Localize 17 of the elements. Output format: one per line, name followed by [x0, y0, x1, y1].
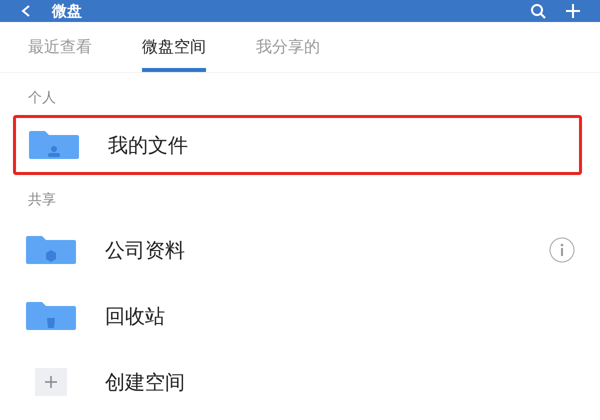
window-title: 微盘 [52, 2, 83, 20]
plus-icon[interactable] [566, 4, 580, 18]
item-label[interactable]: 我的文件 [108, 132, 554, 158]
section-title: 共享 [27, 191, 57, 210]
folder-icon [26, 302, 76, 330]
info-icon[interactable] [549, 237, 575, 263]
plus-icon[interactable] [35, 368, 67, 396]
section-title: 个人 [27, 89, 57, 108]
item-label[interactable]: 公司资料 [105, 236, 549, 264]
folder-icon [29, 131, 79, 159]
tab[interactable]: 微盘空间 [142, 22, 206, 72]
folder-icon [26, 236, 76, 264]
item-label[interactable]: 创建空间 [105, 368, 575, 396]
item-label[interactable]: 回收站 [105, 302, 575, 330]
back-icon[interactable] [20, 5, 32, 17]
highlighted-item[interactable]: 我的文件 [13, 115, 582, 175]
search-icon[interactable] [530, 3, 546, 19]
